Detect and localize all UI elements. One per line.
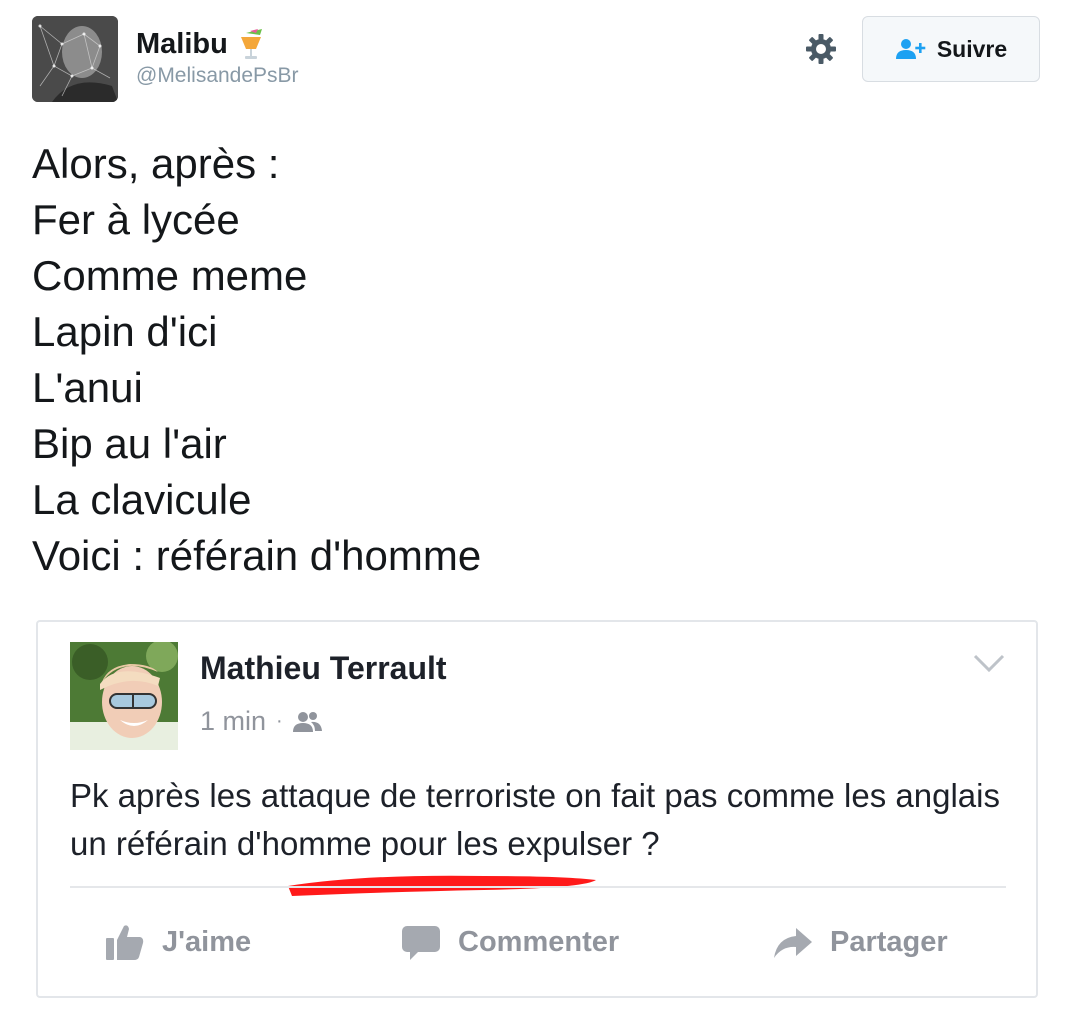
tweet-text: Alors, après : Fer à lycée Comme meme La… [32,136,481,584]
comment-button[interactable]: Commenter [400,908,619,976]
share-button[interactable]: Partager [772,908,948,976]
user-block[interactable]: Malibu @MelisandePsBr [136,26,299,88]
post-actions: J'aime Commenter Partager [38,908,1040,976]
post-author-name[interactable]: Mathieu Terrault [200,650,447,687]
red-underline-mark [288,875,596,896]
meta-separator: · [276,710,283,732]
chevron-down-icon[interactable] [972,652,1006,674]
like-label: J'aime [162,925,252,958]
post-meta: 1 min · [200,706,323,737]
follow-button[interactable]: Suivre [862,16,1040,82]
tweet-line: L'anui [32,364,143,411]
share-arrow-icon [774,928,812,958]
handle[interactable]: @MelisandePsBr [136,64,299,88]
tweet-line: Bip au l'air [32,420,227,467]
display-name-row: Malibu [136,26,299,62]
tweet-line: Lapin d'ici [32,308,218,355]
tropical-drink-icon [240,29,262,59]
comment-label: Commenter [458,925,620,958]
post-text: Pk après les attaque de terroriste on fa… [70,777,1000,862]
like-button[interactable]: J'aime [104,908,251,976]
add-user-icon [895,39,926,59]
tweet-line: Alors, après : [32,140,280,187]
thumbs-up-icon [106,925,144,960]
post-divider [70,886,1006,888]
display-name[interactable]: Malibu [136,28,228,61]
friends-icon [292,711,322,732]
embedded-post-card[interactable]: Mathieu Terrault 1 min · Pk après les at… [36,620,1038,998]
tweet-line: La clavicule [32,476,252,523]
tweet: Malibu @MelisandePsBr Suivre Alors, aprè… [0,0,1082,1012]
tweet-line: Voici : référain d'homme [32,532,482,579]
gear-icon[interactable] [804,32,838,66]
post-author-avatar-image [70,642,178,750]
tweet-line: Fer à lycée [32,196,240,243]
avatar-image [32,16,118,102]
post-author-avatar[interactable] [70,642,178,750]
follow-label: Suivre [936,35,1008,62]
tweet-line: Comme meme [32,252,308,299]
post-time[interactable]: 1 min [200,706,266,737]
avatar[interactable] [32,16,118,102]
comment-icon [402,926,440,960]
share-label: Partager [830,925,948,958]
